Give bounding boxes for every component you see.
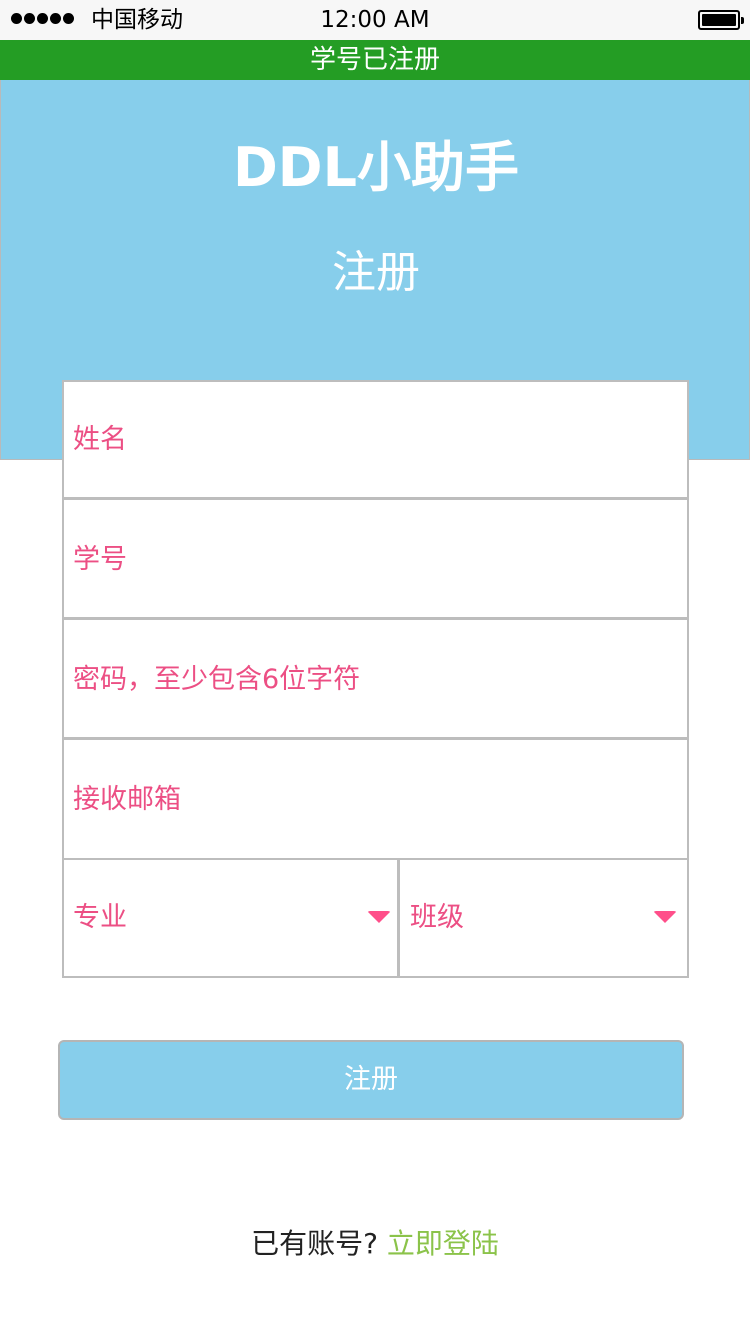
name-input[interactable]: 姓名 (64, 382, 687, 500)
caret-down-icon (653, 911, 677, 923)
email-input[interactable]: 接收邮箱 (64, 742, 687, 860)
caret-down-icon (367, 911, 391, 923)
status-time: 12:00 AM (320, 7, 430, 33)
register-form: 姓名 学号 密码，至少包含6位字符 接收邮箱 专业 班级 (62, 380, 689, 978)
student-id-input[interactable]: 学号 (64, 502, 687, 620)
login-prompt-text: 已有账号? (251, 1227, 378, 1260)
major-select[interactable]: 专业 (64, 860, 400, 976)
app-title: DDL小助手 (232, 136, 520, 199)
battery-full-icon (698, 10, 744, 30)
class-placeholder: 班级 (410, 902, 464, 933)
login-link[interactable]: 立即登陆 (387, 1227, 499, 1260)
major-placeholder: 专业 (73, 902, 127, 933)
login-prompt: 已有账号? 立即登陆 (0, 1222, 750, 1266)
toast-banner: 学号已注册 (0, 40, 750, 80)
name-placeholder: 姓名 (73, 424, 127, 455)
page-title: 注册 (332, 247, 420, 298)
class-select[interactable]: 班级 (401, 860, 687, 976)
email-placeholder: 接收邮箱 (73, 784, 181, 815)
student-id-placeholder: 学号 (73, 544, 127, 575)
register-screen: 中国移动 12:00 AM 学号已注册 DDL小助手 注册 姓名 学号 密码，至… (0, 0, 750, 1334)
password-input[interactable]: 密码，至少包含6位字符 (64, 622, 687, 740)
register-button[interactable]: 注册 (58, 1040, 684, 1120)
status-bar: 中国移动 12:00 AM (0, 0, 750, 40)
password-placeholder: 密码，至少包含6位字符 (73, 664, 361, 695)
